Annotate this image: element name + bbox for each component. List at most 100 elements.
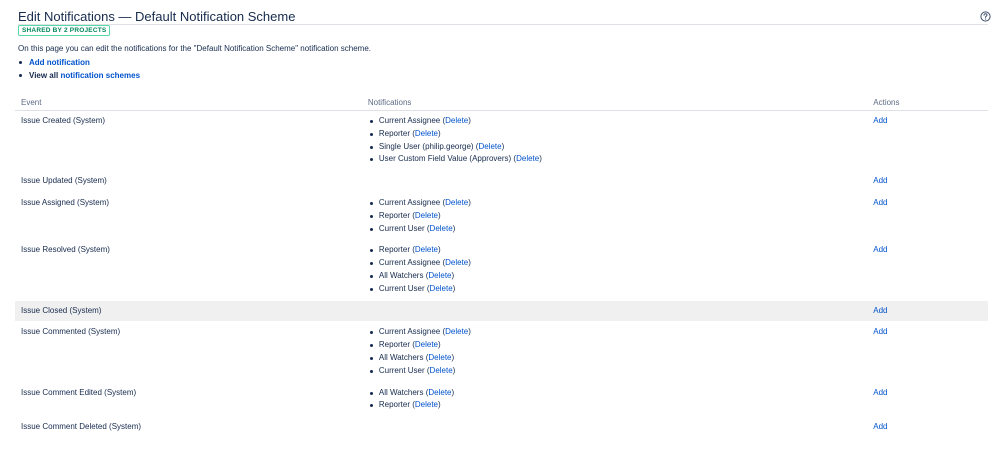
add-notification-button[interactable]: Add (873, 422, 887, 431)
add-notification-link[interactable]: Add notification (29, 58, 90, 67)
table-row: Issue Updated (System) Add (15, 170, 988, 193)
recipient-name: Single User (philip.george) (378, 141, 474, 151)
notifications-cell (361, 416, 868, 439)
list-item: User Custom Field Value (Approvers) (Del… (368, 153, 861, 166)
table-header-row: Event Notifications Actions (15, 94, 988, 111)
notifications-table: Event Notifications Actions Issue Create… (15, 94, 988, 439)
list-item: Reporter (Delete) (368, 128, 861, 141)
list-item: All Watchers (Delete) (368, 352, 861, 365)
event-column-header: Event (15, 94, 362, 111)
view-all-schemes-item: View all notification schemes (18, 69, 140, 82)
page-header: Edit Notifications — Default Notificatio… (18, 0, 991, 25)
recipient-name: Current User (378, 223, 425, 233)
event-name: Issue Updated (System) (15, 170, 362, 193)
recipient-name: All Watchers (378, 387, 424, 397)
delete-recipient-link[interactable]: Delete (430, 224, 453, 233)
delete-recipient-link[interactable]: Delete (428, 271, 451, 280)
list-item: Reporter (Delete) (368, 210, 861, 223)
actions-cell: Add (867, 321, 988, 383)
delete-recipient-link[interactable]: Delete (445, 258, 468, 267)
view-all-prefix: View all (29, 71, 61, 80)
actions-cell: Add (867, 382, 988, 418)
event-name: Issue Comment Deleted (System) (15, 416, 362, 439)
delete-recipient-link[interactable]: Delete (415, 400, 438, 409)
table-body: Issue Created (System) Current Assignee (… (15, 110, 988, 439)
table-row: Issue Commented (System) Current Assignee… (15, 321, 988, 383)
add-notification-button[interactable]: Add (873, 116, 887, 125)
notification-recipients-list: All Watchers (Delete) Reporter (Delete) (368, 387, 861, 413)
recipient-name: User Custom Field Value (Approvers) (378, 154, 512, 164)
recipient-name: Reporter (378, 128, 410, 138)
event-name: Issue Commented (System) (15, 321, 362, 383)
add-notification-button[interactable]: Add (873, 245, 887, 254)
delete-recipient-link[interactable]: Delete (445, 198, 468, 207)
notification-scheme-page: Edit Notifications — Default Notificatio… (15, 0, 991, 439)
delete-recipient-link[interactable]: Delete (430, 366, 453, 375)
event-name: Issue Created (System) (15, 110, 362, 172)
delete-recipient-link[interactable]: Delete (478, 142, 501, 151)
add-notification-item: Add notification (18, 56, 140, 69)
delete-recipient-link[interactable]: Delete (415, 129, 438, 138)
event-name: Issue Comment Edited (System) (15, 382, 362, 418)
table-row: Issue Created (System) Current Assignee (… (15, 110, 988, 172)
table-row: Issue Resolved (System) Reporter (Delete)… (15, 239, 988, 301)
notifications-cell: Current Assignee (Delete) Reporter (Delet… (361, 192, 868, 241)
intro-text: On this page you can edit the notificati… (18, 44, 371, 53)
page-actions-list: Add notification View all notification s… (18, 56, 140, 82)
table-row: Issue Assigned (System) Current Assignee … (15, 192, 988, 241)
recipient-name: All Watchers (378, 352, 424, 362)
actions-cell: Add (867, 110, 988, 172)
actions-cell: Add (867, 239, 988, 301)
notifications-cell (361, 300, 868, 323)
notification-recipients-list: Current Assignee (Delete) Reporter (Delet… (368, 326, 861, 377)
add-notification-button[interactable]: Add (873, 198, 887, 207)
actions-cell: Add (867, 300, 988, 323)
list-item: All Watchers (Delete) (368, 387, 861, 400)
delete-recipient-link[interactable]: Delete (415, 340, 438, 349)
notifications-cell: Current Assignee (Delete) Reporter (Delet… (361, 321, 868, 383)
add-notification-button[interactable]: Add (873, 306, 887, 315)
page-title: Edit Notifications — Default Notificatio… (18, 9, 296, 24)
notifications-cell (361, 170, 868, 193)
notification-recipients-list: Reporter (Delete) Current Assignee (Delet… (368, 244, 861, 295)
delete-recipient-link[interactable]: Delete (445, 327, 468, 336)
add-notification-button[interactable]: Add (873, 388, 887, 397)
notification-recipients-list: Current Assignee (Delete) Reporter (Delet… (368, 197, 861, 235)
question-circle-icon[interactable] (980, 11, 991, 22)
actions-cell: Add (867, 416, 988, 439)
list-item: All Watchers (Delete) (368, 270, 861, 283)
notifications-column-header: Notifications (361, 94, 868, 111)
delete-recipient-link[interactable]: Delete (430, 284, 453, 293)
list-item: Reporter (Delete) (368, 244, 861, 257)
recipient-name: Reporter (378, 210, 410, 220)
notifications-cell: All Watchers (Delete) Reporter (Delete) (361, 382, 868, 418)
recipient-name: Current Assignee (378, 258, 441, 268)
shared-by-projects-badge[interactable]: SHARED BY 2 PROJECTS (18, 25, 111, 36)
delete-recipient-link[interactable]: Delete (428, 388, 451, 397)
list-item: Current Assignee (Delete) (368, 326, 861, 339)
recipient-name: All Watchers (378, 270, 424, 280)
delete-recipient-link[interactable]: Delete (428, 353, 451, 362)
delete-recipient-link[interactable]: Delete (516, 154, 539, 163)
delete-recipient-link[interactable]: Delete (445, 116, 468, 125)
delete-recipient-link[interactable]: Delete (415, 211, 438, 220)
table-row: Issue Comment Deleted (System) Add (15, 416, 988, 439)
actions-column-header: Actions (867, 94, 988, 111)
list-item: Single User (philip.george) (Delete) (368, 141, 861, 154)
list-item: Current User (Delete) (368, 223, 861, 236)
event-name: Issue Assigned (System) (15, 192, 362, 241)
table-row: Issue Comment Edited (System) All Watcher… (15, 382, 988, 418)
notification-schemes-link[interactable]: notification schemes (60, 71, 140, 80)
recipient-name: Reporter (378, 400, 410, 410)
add-notification-button[interactable]: Add (873, 327, 887, 336)
recipient-name: Reporter (378, 245, 410, 255)
add-notification-button[interactable]: Add (873, 176, 887, 185)
list-item: Current Assignee (Delete) (368, 197, 861, 210)
list-item: Reporter (Delete) (368, 399, 861, 412)
delete-recipient-link[interactable]: Delete (415, 245, 438, 254)
recipient-name: Current Assignee (378, 327, 441, 337)
recipient-name: Current User (378, 283, 425, 293)
list-item: Current Assignee (Delete) (368, 115, 861, 128)
recipient-name: Current Assignee (378, 116, 441, 125)
actions-cell: Add (867, 170, 988, 193)
